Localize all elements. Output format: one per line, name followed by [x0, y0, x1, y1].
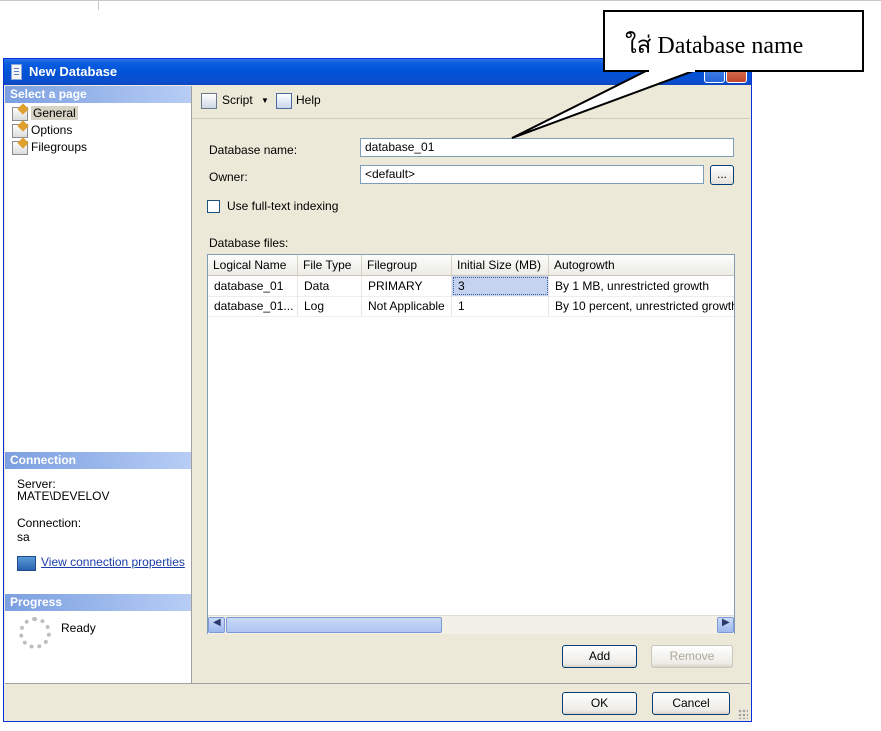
callout-box: ใส่ Database name — [603, 10, 864, 72]
callout-joint — [649, 68, 695, 72]
callout-pointer — [511, 69, 697, 139]
callout-text: ใส่ Database name — [625, 33, 804, 59]
